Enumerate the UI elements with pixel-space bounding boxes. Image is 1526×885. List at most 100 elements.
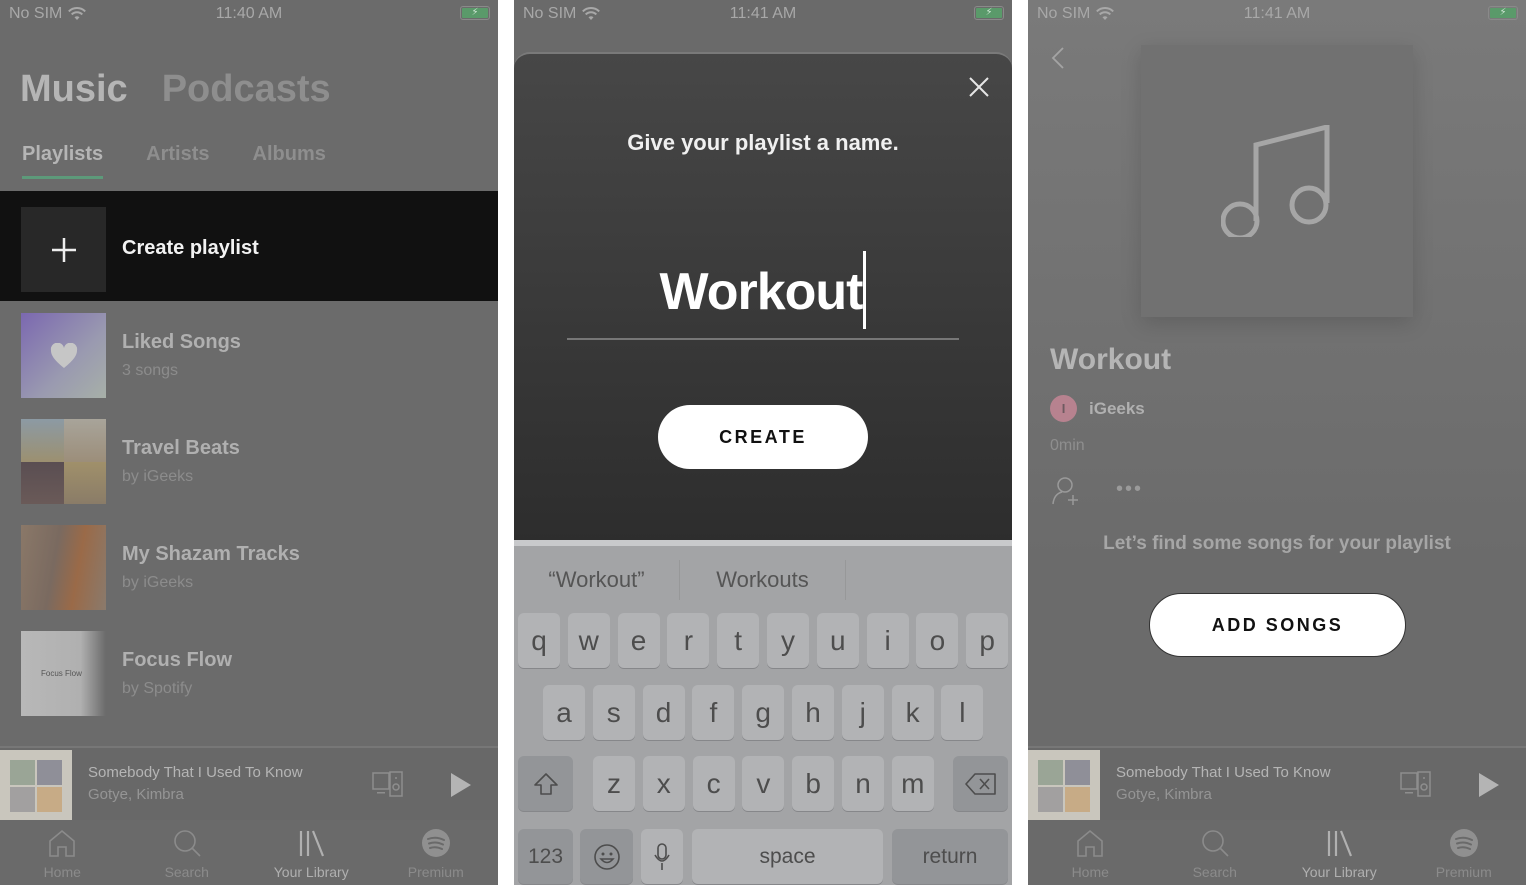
key-u[interactable]: u xyxy=(816,613,859,668)
key-y[interactable]: y xyxy=(767,613,809,668)
create-playlist-button[interactable]: Create playlist xyxy=(0,191,498,301)
return-key[interactable]: return xyxy=(892,829,1008,884)
status-bar: No SIM 11:41 AM ⚡ xyxy=(1028,0,1526,28)
key-j[interactable]: j xyxy=(841,685,884,740)
playlist-item-travel-beats[interactable]: Travel Beats by iGeeks xyxy=(0,419,498,505)
key-q[interactable]: q xyxy=(518,613,560,668)
key-x[interactable]: x xyxy=(642,756,685,811)
playlist-item-my-shazam-tracks[interactable]: My Shazam Tracks by iGeeks xyxy=(0,525,498,611)
now-playing-bar[interactable]: Somebody That I Used To Know Gotye, Kimb… xyxy=(1028,746,1526,822)
bottom-nav: Home Search Your Library Premium xyxy=(0,820,498,885)
key-a[interactable]: a xyxy=(543,685,585,740)
back-chevron-icon[interactable] xyxy=(1050,46,1066,70)
bottom-nav: Home Search Your Library Premium xyxy=(1028,820,1526,885)
name-playlist-dialog: Give your playlist a name. Workout CREAT… xyxy=(514,52,1012,542)
dictation-key[interactable] xyxy=(641,829,683,884)
key-g[interactable]: g xyxy=(742,685,785,740)
library-icon xyxy=(300,830,325,857)
devices-icon[interactable] xyxy=(372,770,404,798)
battery-icon: ⚡ xyxy=(1488,6,1518,20)
playlist-screen: No SIM 11:41 AM ⚡ Workout I iGeeks 0min … xyxy=(1028,0,1526,885)
tab-podcasts[interactable]: Podcasts xyxy=(162,68,331,111)
playlist-title: Focus Flow xyxy=(122,649,232,671)
devices-icon[interactable] xyxy=(1400,770,1432,798)
delete-key[interactable] xyxy=(953,756,1008,811)
tab-playlists[interactable]: Playlists xyxy=(22,143,104,179)
numbers-key[interactable]: 123 xyxy=(518,829,573,884)
key-c[interactable]: c xyxy=(692,756,735,811)
playlist-name-value: Workout xyxy=(659,263,864,321)
key-b[interactable]: b xyxy=(792,756,835,811)
key-l[interactable]: l xyxy=(941,685,984,740)
music-note-icon xyxy=(1221,125,1330,237)
tab-artists[interactable]: Artists xyxy=(146,143,209,166)
spotify-icon xyxy=(421,829,450,857)
keyboard-suggestions: “Workout” Workouts xyxy=(514,560,1012,600)
empty-playlist-message: Let’s find some songs for your playlist xyxy=(1103,533,1451,554)
suggestion-item[interactable]: “Workout” xyxy=(514,560,680,600)
key-n[interactable]: n xyxy=(842,756,884,811)
key-t[interactable]: t xyxy=(717,613,760,668)
key-p[interactable]: p xyxy=(966,613,1009,668)
now-playing-art xyxy=(0,750,72,822)
tab-albums[interactable]: Albums xyxy=(253,143,326,166)
key-i[interactable]: i xyxy=(866,613,909,668)
nav-your-library[interactable]: Your Library xyxy=(249,820,374,885)
shift-key[interactable] xyxy=(518,756,573,811)
key-v[interactable]: v xyxy=(742,756,785,811)
library-sub-tabs: Playlists Artists Albums xyxy=(22,143,326,179)
create-playlist-label: Create playlist xyxy=(122,237,259,259)
playlist-title: Travel Beats xyxy=(122,437,240,459)
nav-search[interactable]: Search xyxy=(125,820,250,885)
play-icon[interactable] xyxy=(450,772,472,798)
key-k[interactable]: k xyxy=(891,685,934,740)
suggestion-item[interactable] xyxy=(846,560,1012,600)
now-playing-artist: Gotye, Kimbra xyxy=(1116,786,1212,803)
playlist-subtitle: 3 songs xyxy=(122,362,179,379)
key-e[interactable]: e xyxy=(617,613,660,668)
create-button[interactable]: CREATE xyxy=(658,405,868,469)
more-options-button[interactable]: ••• xyxy=(1116,478,1143,501)
playlist-item-liked-songs[interactable]: Liked Songs 3 songs xyxy=(0,313,498,399)
library-icon xyxy=(1328,830,1353,857)
key-r[interactable]: r xyxy=(667,613,710,668)
search-icon xyxy=(173,830,201,857)
key-h[interactable]: h xyxy=(792,685,834,740)
playlist-title: My Shazam Tracks xyxy=(122,543,300,565)
emoji-icon xyxy=(593,843,620,870)
add-collaborator-icon[interactable] xyxy=(1052,476,1080,506)
nav-search[interactable]: Search xyxy=(1153,820,1278,885)
play-icon[interactable] xyxy=(1478,772,1500,798)
space-key[interactable]: space xyxy=(692,829,883,884)
close-icon[interactable] xyxy=(968,76,990,98)
tab-music[interactable]: Music xyxy=(20,68,128,111)
nav-home[interactable]: Home xyxy=(1028,820,1153,885)
emoji-key[interactable] xyxy=(580,829,633,884)
key-z[interactable]: z xyxy=(593,756,635,811)
playlist-subtitle: by iGeeks xyxy=(122,468,194,485)
nav-premium[interactable]: Premium xyxy=(374,820,499,885)
now-playing-bar[interactable]: Somebody That I Used To Know Gotye, Kimb… xyxy=(0,746,498,822)
key-d[interactable]: d xyxy=(642,685,685,740)
text-caret xyxy=(863,251,867,330)
key-o[interactable]: o xyxy=(916,613,959,668)
nav-home[interactable]: Home xyxy=(0,820,125,885)
playlist-owner[interactable]: I iGeeks xyxy=(1050,395,1145,422)
home-icon xyxy=(1077,829,1104,857)
key-s[interactable]: s xyxy=(592,685,635,740)
suggestion-item[interactable]: Workouts xyxy=(680,560,846,600)
playlist-title: Workout xyxy=(1050,343,1172,376)
playlist-name-input[interactable]: Workout xyxy=(567,244,959,340)
nav-premium[interactable]: Premium xyxy=(1402,820,1526,885)
playlist-duration: 0min xyxy=(1050,437,1085,454)
heart-icon xyxy=(50,342,77,368)
backspace-icon xyxy=(964,772,996,795)
dialog-prompt: Give your playlist a name. xyxy=(627,130,899,155)
playlist-item-focus-flow[interactable]: Focus Flow Focus Flow by Spotify xyxy=(0,631,498,717)
add-songs-button[interactable]: ADD SONGS xyxy=(1149,593,1406,657)
playlist-art-caption: Focus Flow xyxy=(41,669,82,678)
nav-your-library[interactable]: Your Library xyxy=(1277,820,1402,885)
key-f[interactable]: f xyxy=(692,685,735,740)
key-w[interactable]: w xyxy=(567,613,610,668)
key-m[interactable]: m xyxy=(891,756,934,811)
